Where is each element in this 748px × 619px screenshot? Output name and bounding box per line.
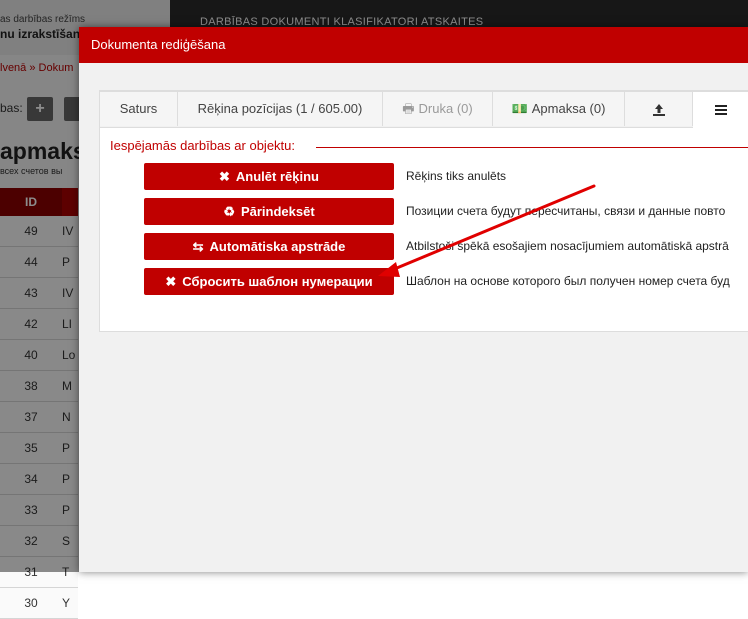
- reindex-button[interactable]: ♻ Pārindeksēt: [144, 198, 394, 225]
- actions-fieldset: Iespējamās darbības ar objektu: ✖ Anulēt …: [110, 138, 748, 318]
- tab-actions[interactable]: [693, 91, 748, 128]
- tab-upload[interactable]: [625, 91, 693, 126]
- button-label: Automātiska apstrāde: [209, 239, 346, 254]
- tab-label: Rēķina pozīcijas (1 / 605.00): [197, 101, 363, 116]
- button-label: Сбросить шаблон нумерации: [182, 274, 373, 289]
- tab-payment[interactable]: 💵 Apmaksa (0): [493, 91, 625, 126]
- row-name: Y: [62, 596, 71, 610]
- modal-title: Dokumenta rediģēšana: [79, 27, 748, 63]
- action-description: Позиции счета будут пересчитаны, связи и…: [406, 204, 726, 218]
- reset-numbering-template-button[interactable]: ✖ Сбросить шаблон нумерации: [144, 268, 394, 295]
- menu-icon: [714, 104, 727, 115]
- tab-print[interactable]: 🖶 Druka (0): [383, 91, 493, 126]
- action-description: Шаблон на основе которого был получен но…: [406, 274, 730, 288]
- exchange-icon: ⇆: [192, 239, 204, 254]
- upload-icon: [652, 103, 665, 116]
- table-row[interactable]: 30 Y: [0, 588, 78, 619]
- tab-label: Saturs: [119, 101, 158, 116]
- tab-invoice-positions[interactable]: Rēķina pozīcijas (1 / 605.00): [178, 91, 383, 126]
- tab-bar: Saturs Rēķina pozīcijas (1 / 605.00) 🖶 Dr…: [100, 91, 748, 128]
- action-description: Atbilstoši spēkā esošajiem nosacījumiem …: [406, 239, 729, 253]
- button-label: Pārindeksēt: [240, 204, 315, 219]
- close-icon: ✖: [165, 274, 177, 289]
- money-icon: 💵: [511, 101, 528, 116]
- row-id: 30: [24, 596, 38, 610]
- cancel-invoice-button[interactable]: ✖ Anulēt rēķinu: [144, 163, 394, 190]
- tab-label: Druka (0): [418, 101, 473, 116]
- modal-panel: Saturs Rēķina pozīcijas (1 / 605.00) 🖶 Dr…: [99, 90, 748, 332]
- legend-divider: [316, 147, 748, 148]
- button-label: Anulēt rēķinu: [235, 169, 319, 184]
- auto-process-button[interactable]: ⇆ Automātiska apstrāde: [144, 233, 394, 260]
- print-icon: 🖶: [402, 101, 415, 116]
- tab-label: Apmaksa (0): [531, 101, 606, 116]
- action-description: Rēķins tiks anulēts: [406, 169, 507, 183]
- document-edit-modal: Dokumenta rediģēšana Saturs Rēķina pozīc…: [79, 27, 748, 572]
- recycle-icon: ♻: [223, 204, 235, 219]
- actions-legend: Iespējamās darbības ar objektu:: [110, 138, 301, 153]
- tab-saturs[interactable]: Saturs: [100, 91, 178, 126]
- close-icon: ✖: [219, 169, 230, 184]
